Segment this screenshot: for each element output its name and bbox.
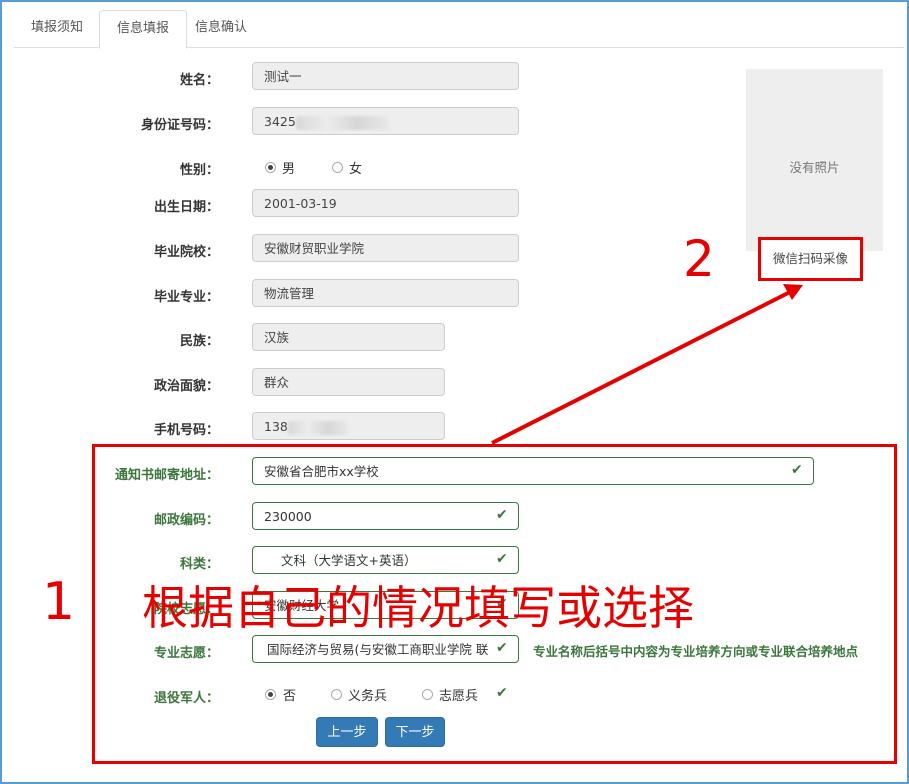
annotation-number-1: 1 (42, 572, 76, 632)
annotation-text: 根据自己的情况填写或选择 (142, 581, 694, 635)
